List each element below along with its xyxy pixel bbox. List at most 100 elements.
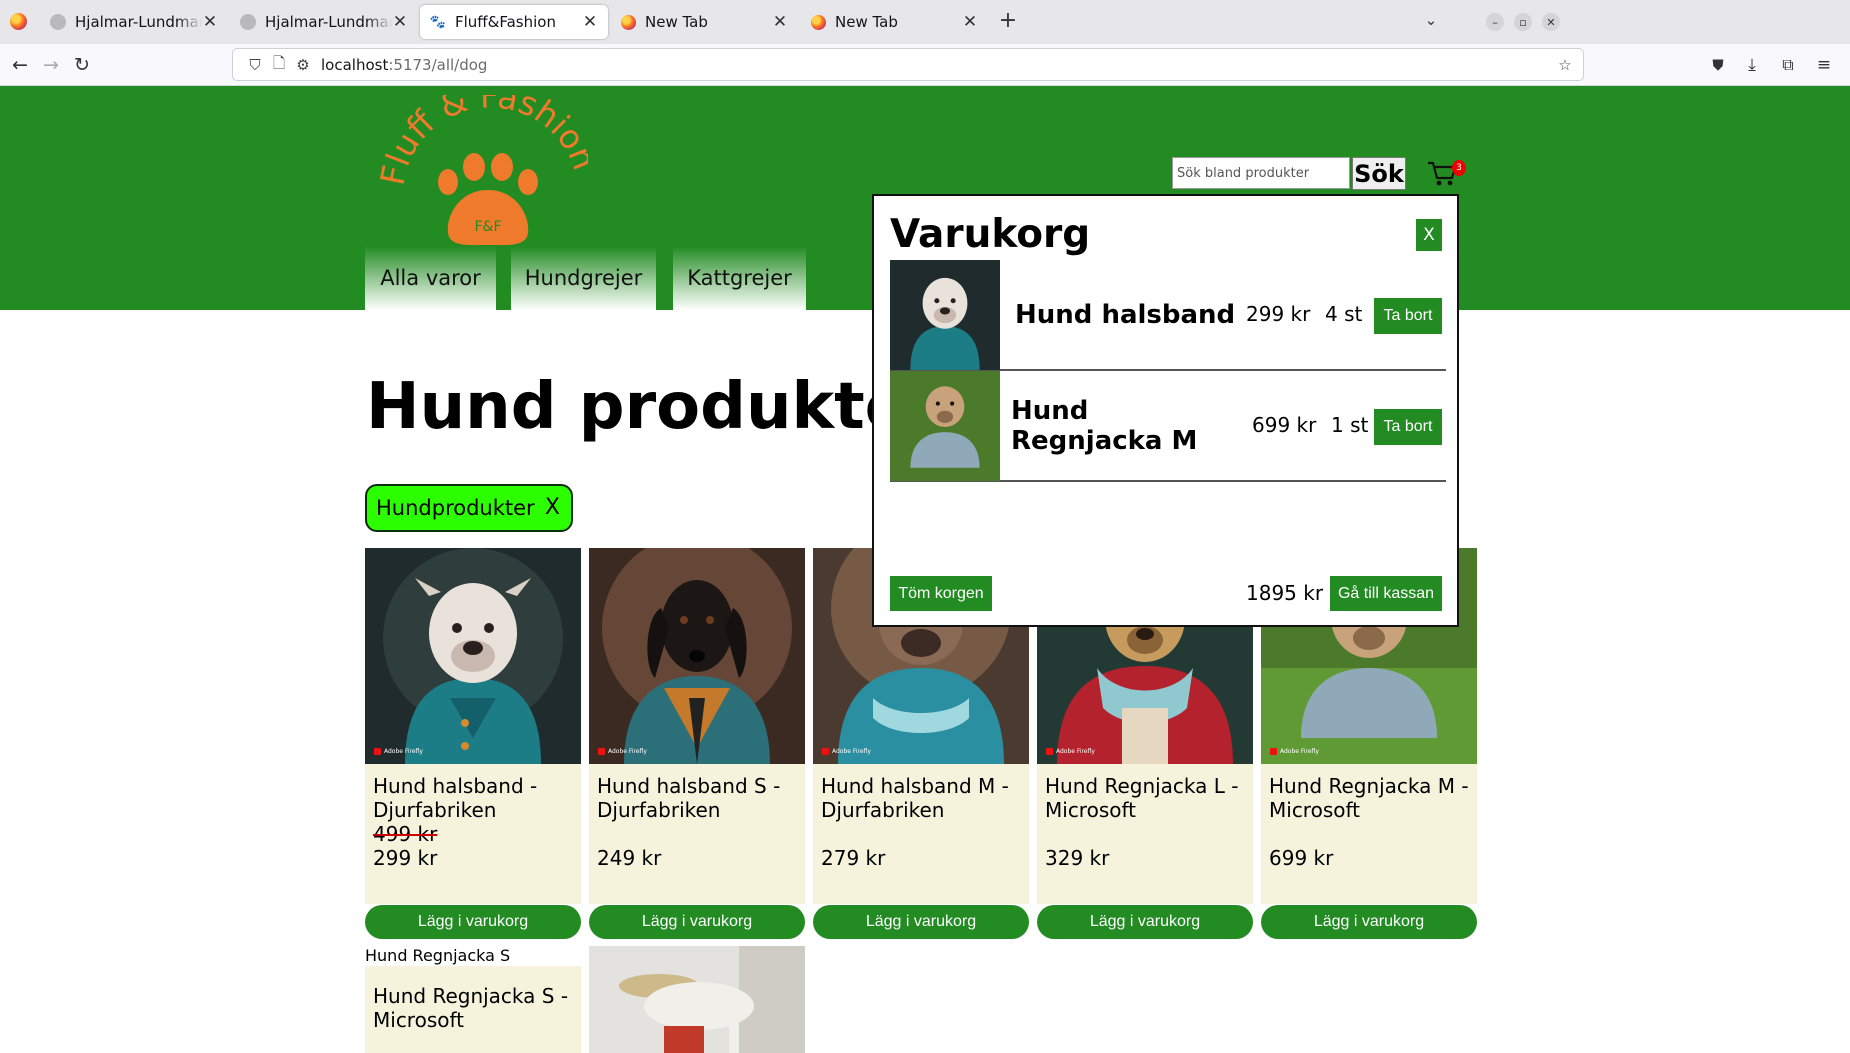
cart-count-badge: 3 (1452, 160, 1466, 176)
cart-item-name: Hund halsband (1015, 300, 1236, 330)
cart-item-quantity: 1 st (1331, 413, 1369, 437)
product-image-black-lab-hoodie[interactable]: Adobe Firefly (589, 548, 805, 764)
product-name: Hund halsband S - Djurfabriken (597, 774, 781, 822)
adobe-firefly-watermark: Adobe Firefly (1046, 748, 1095, 755)
checkout-button[interactable]: Gå till kassan (1330, 576, 1442, 611)
nav-alla-varor[interactable]: Alla varor (365, 246, 496, 310)
product-name: Hund halsband - Djurfabriken (373, 774, 538, 822)
cart-title: Varukorg (890, 212, 1091, 257)
pocket-icon[interactable]: ⛊ (1707, 54, 1729, 76)
tab-new-tab-1[interactable]: New Tab ✕ (610, 5, 798, 39)
product-name: Hund Regnjacka M - Microsoft (1269, 774, 1469, 822)
close-tab-icon[interactable]: ✕ (392, 12, 408, 32)
adobe-firefly-watermark: Adobe Firefly (374, 748, 423, 755)
new-tab-plus-icon[interactable]: + (997, 8, 1019, 33)
product-info: Hund Regnjacka M - Microsoft (1261, 764, 1477, 904)
close-tab-icon[interactable]: ✕ (962, 12, 978, 32)
close-cart-button[interactable]: X (1416, 219, 1442, 251)
tracking-shield-icon[interactable]: ⛉ (246, 56, 264, 74)
url-text[interactable]: localhost:5173/all/dog (321, 56, 487, 74)
tab-github-repo[interactable]: Hjalmar-Lundmark/te4-sl ✕ (230, 5, 418, 39)
paw-icon: 🐾 (429, 14, 447, 30)
product-info: Hund halsband S - Djurfabriken (589, 764, 805, 904)
product-price: 279 kr (821, 846, 886, 870)
product-name: Hund Regnjacka S - Microsoft (373, 984, 569, 1032)
product-old-price (1269, 822, 1469, 846)
product-old-price (821, 822, 1021, 846)
remove-item-button[interactable]: Ta bort (1374, 298, 1442, 334)
broken-image-alt-text[interactable]: Hund Regnjacka S (365, 946, 581, 966)
product-card: Hund Regnjacka S Hund Regnjacka S - Micr… (365, 946, 581, 1053)
page-title: Hund produkter (366, 370, 940, 444)
cart-item-quantity: 4 st (1325, 302, 1363, 326)
fluff-fashion-logo[interactable]: Fluff & Fashion F&F (378, 95, 588, 255)
add-to-cart-button[interactable]: Lägg i varukorg (1261, 905, 1477, 939)
product-price: 299 kr (373, 846, 438, 870)
minimize-window-icon[interactable]: – (1486, 13, 1504, 31)
filter-chip-label: Hundprodukter (376, 496, 535, 520)
permissions-icon[interactable]: ⚙ (294, 56, 312, 74)
tab-github-profile[interactable]: Hjalmar-Lundmark (Hjalmar ✕ (40, 5, 228, 39)
filter-chip[interactable]: Hundprodukter X (365, 484, 573, 532)
cart-item-name: Hund Regnjacka M (1011, 396, 1198, 456)
nav-hundgrejer[interactable]: Hundgrejer (511, 246, 656, 310)
logo-initials: F&F (474, 219, 501, 235)
product-card: Adobe Firefly Hund halsband - Djurfabrik… (365, 548, 581, 939)
search-button[interactable]: Sök (1352, 157, 1406, 190)
cart-modal: Varukorg X Hund halsband 299 kr 4 st Ta … (872, 194, 1459, 627)
browser-nav-bar: ← → ↻ ⛉ 🗋 ⚙ localhost:5173/all/dog ☆ ⛊ ⤓… (0, 44, 1850, 86)
firefox-icon (620, 14, 636, 30)
remove-filter-button[interactable]: X (545, 495, 560, 520)
nav-kattgrejer[interactable]: Kattgrejer (673, 246, 806, 310)
tab-new-tab-2[interactable]: New Tab ✕ (800, 5, 988, 39)
browser-tab-bar: Hjalmar-Lundmark (Hjalmar ✕ Hjalmar-Lund… (0, 0, 1850, 44)
cart-item-price: 299 kr (1246, 302, 1311, 326)
product-name: Hund Regnjacka L - Microsoft (1045, 774, 1239, 822)
app-menu-icon[interactable]: ≡ (1813, 54, 1835, 76)
url-bar[interactable]: ⛉ 🗋 ⚙ localhost:5173/all/dog ☆ (232, 48, 1584, 81)
close-tab-icon[interactable]: ✕ (582, 12, 598, 32)
back-arrow-icon[interactable]: ← (9, 54, 31, 76)
add-to-cart-button[interactable]: Lägg i varukorg (365, 905, 581, 939)
close-tab-icon[interactable]: ✕ (202, 12, 218, 32)
add-to-cart-button[interactable]: Lägg i varukorg (1037, 905, 1253, 939)
github-icon (240, 14, 256, 30)
cart-item: Hund halsband 299 kr 4 st Ta bort (890, 260, 1446, 371)
forward-arrow-icon[interactable]: → (40, 54, 62, 76)
remove-item-button[interactable]: Ta bort (1374, 409, 1442, 445)
tab-fluff-fashion[interactable]: 🐾 Fluff&Fashion ✕ (420, 5, 608, 39)
reload-icon[interactable]: ↻ (71, 54, 93, 76)
product-info: Hund Regnjacka L - Microsoft (1037, 764, 1253, 904)
product-info: Hund halsband - Djurfabriken 499 kr (365, 764, 581, 904)
product-old-price: 499 kr (373, 822, 438, 846)
adobe-firefly-watermark: Adobe Firefly (598, 748, 647, 755)
adobe-firefly-watermark: Adobe Firefly (822, 748, 871, 755)
cart-item-image (890, 260, 1000, 370)
add-to-cart-button[interactable]: Lägg i varukorg (589, 905, 805, 939)
restore-window-icon[interactable]: ▫ (1514, 13, 1532, 31)
empty-cart-button[interactable]: Töm korgen (890, 576, 992, 611)
bookmark-star-icon[interactable]: ☆ (1556, 56, 1574, 74)
product-image-bulldog-teal-hoodie[interactable]: Adobe Firefly (365, 548, 581, 764)
product-old-price (597, 822, 797, 846)
search-input[interactable] (1172, 157, 1350, 189)
product-price: 699 kr (1269, 846, 1334, 870)
close-tab-icon[interactable]: ✕ (772, 12, 788, 32)
cart-item: Hund Regnjacka M 699 kr 1 st Ta bort (890, 371, 1446, 482)
adobe-firefly-watermark: Adobe Firefly (1270, 748, 1319, 755)
firefox-menu-icon[interactable] (10, 13, 27, 30)
firefox-icon (810, 14, 826, 30)
product-image-dog-straw-hat[interactable] (589, 946, 805, 1053)
page-info-icon[interactable]: 🗋 (270, 54, 288, 74)
extensions-icon[interactable]: ⧉ (1777, 54, 1799, 76)
list-all-tabs-chevron-icon[interactable]: ⌄ (1420, 9, 1442, 31)
add-to-cart-button[interactable]: Lägg i varukorg (813, 905, 1029, 939)
cart-item-image (890, 371, 1000, 481)
product-price: 329 kr (1045, 846, 1110, 870)
product-name: Hund halsband M - Djurfabriken (821, 774, 1009, 822)
close-window-icon[interactable]: ✕ (1542, 13, 1560, 31)
downloads-icon[interactable]: ⤓ (1741, 54, 1763, 76)
product-price: 249 kr (597, 846, 662, 870)
github-icon (50, 14, 66, 30)
cart-item-price: 699 kr (1252, 413, 1317, 437)
